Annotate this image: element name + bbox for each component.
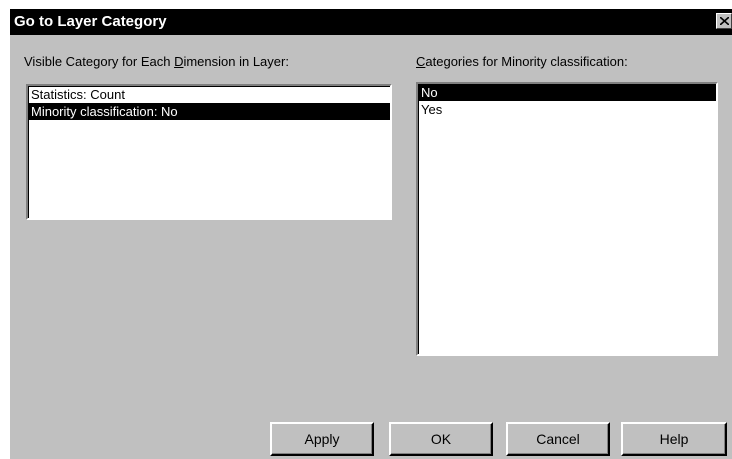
cancel-button[interactable]: Cancel xyxy=(506,422,610,456)
ok-button[interactable]: OK xyxy=(389,422,493,456)
dialog-title: Go to Layer Category xyxy=(14,13,167,30)
close-button[interactable] xyxy=(716,13,732,29)
categories-listbox[interactable]: No Yes xyxy=(416,82,718,356)
visible-category-listbox[interactable]: Statistics: Count Minority classificatio… xyxy=(26,84,392,220)
categories-label: Categories for Minority classification: xyxy=(416,54,628,69)
go-to-layer-category-dialog: Go to Layer Category Visible Category fo… xyxy=(10,9,732,459)
list-item[interactable]: No xyxy=(418,84,716,101)
list-item[interactable]: Statistics: Count xyxy=(28,86,390,103)
help-button[interactable]: Help xyxy=(621,422,727,456)
list-item[interactable]: Yes xyxy=(418,101,716,118)
list-item[interactable]: Minority classification: No xyxy=(28,103,390,120)
apply-button[interactable]: Apply xyxy=(270,422,374,456)
close-icon xyxy=(720,17,729,25)
visible-category-label: Visible Category for Each Dimension in L… xyxy=(24,54,289,69)
title-bar[interactable]: Go to Layer Category xyxy=(10,9,732,35)
